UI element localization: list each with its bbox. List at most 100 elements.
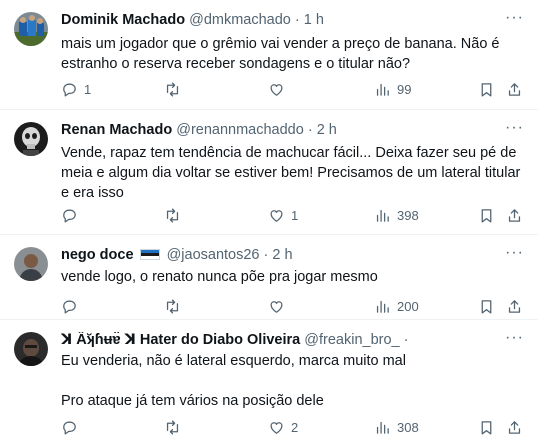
tweet-actions: 200 <box>61 296 526 316</box>
tweet-actions: 2 308 <box>61 417 526 437</box>
tweet-text: mais um jogador que o grêmio vai vender … <box>61 34 524 74</box>
views-chart-icon <box>376 421 389 434</box>
tweet[interactable]: Dominik Machado @dmkmachado · 1 h ··· ma… <box>0 0 538 110</box>
view-count: 99 <box>397 81 412 97</box>
reply-icon <box>63 83 76 97</box>
views-button[interactable]: 99 <box>374 79 411 99</box>
retweet-button[interactable] <box>164 417 187 437</box>
like-button[interactable]: 1 <box>268 205 298 225</box>
display-name[interactable]: Renan Machado <box>61 122 172 138</box>
view-count: 200 <box>397 298 419 314</box>
tweet[interactable]: nego doce @jaosantos26 · 2 h ··· vende l… <box>0 235 538 320</box>
more-options-icon[interactable]: ··· <box>505 9 524 27</box>
dark-photo-avatar[interactable] <box>14 332 48 366</box>
tweet-header: Renan Machado @renannmachaddo · 2 h <box>61 122 530 142</box>
share-icon <box>508 82 521 96</box>
reply-icon <box>63 209 76 223</box>
tweet-text: Eu venderia, não é lateral esquerdo, mar… <box>61 351 524 411</box>
skull-avatar[interactable] <box>14 122 48 156</box>
tweet[interactable]: ꓘ A̋ʞ̆ɦʉɐ̈ ꓘ Hater do Diabo Oliveira @fr… <box>0 320 538 443</box>
display-name[interactable]: Dominik Machado <box>61 12 185 28</box>
timestamp[interactable]: 2 h <box>272 247 292 263</box>
display-name[interactable]: ꓘ A̋ʞ̆ɦʉɐ̈ ꓘ Hater do Diabo Oliveira <box>61 332 300 348</box>
tweet[interactable]: Renan Machado @renannmachaddo · 2 h ··· … <box>0 110 538 235</box>
reply-icon <box>63 300 76 314</box>
reply-icon <box>63 421 76 435</box>
heart-icon <box>270 83 283 96</box>
bookmark-icon <box>481 208 492 223</box>
photo-avatar[interactable] <box>14 247 48 281</box>
tweet-paragraph: Eu venderia, não é lateral esquerdo, mar… <box>61 353 406 369</box>
retweet-icon <box>166 207 179 223</box>
views-button[interactable]: 308 <box>374 417 419 437</box>
reply-button[interactable] <box>61 417 84 437</box>
like-count: 2 <box>291 419 299 435</box>
heart-icon <box>270 209 283 222</box>
bookmark-button[interactable] <box>478 417 495 437</box>
share-button[interactable] <box>506 79 523 99</box>
views-button[interactable]: 200 <box>374 296 419 316</box>
tweet-text: vende logo, o renato nunca põe pra jogar… <box>61 267 524 287</box>
tweet-header: ꓘ A̋ʞ̆ɦʉɐ̈ ꓘ Hater do Diabo Oliveira @fr… <box>61 332 530 352</box>
separator-dot: · <box>403 332 409 348</box>
bookmark-icon <box>481 420 492 435</box>
share-icon <box>508 208 521 222</box>
reply-count: 1 <box>84 81 92 97</box>
share-button[interactable] <box>506 417 523 437</box>
tweet-header: Dominik Machado @dmkmachado · 1 h <box>61 12 530 32</box>
share-icon <box>508 299 521 313</box>
like-button[interactable] <box>268 296 291 316</box>
tweet-actions: 1 398 <box>61 205 526 225</box>
share-button[interactable] <box>506 205 523 225</box>
bookmark-icon <box>481 299 492 314</box>
like-button[interactable] <box>268 79 291 99</box>
timestamp[interactable]: 1 h <box>304 12 324 28</box>
view-count: 308 <box>397 419 419 435</box>
views-chart-icon <box>376 300 389 313</box>
retweet-icon <box>166 81 179 97</box>
bookmark-button[interactable] <box>478 296 495 316</box>
view-count: 398 <box>397 207 419 223</box>
tweet-paragraph: Vende, rapaz tem tendência de machucar f… <box>61 145 521 201</box>
retweet-button[interactable] <box>164 296 187 316</box>
like-count: 1 <box>291 207 299 223</box>
timestamp[interactable]: 2 h <box>317 122 337 138</box>
separator-dot: · <box>263 247 269 263</box>
reply-button[interactable]: 1 <box>61 79 91 99</box>
views-chart-icon <box>376 83 389 96</box>
reply-button[interactable] <box>61 205 84 225</box>
heart-icon <box>270 300 283 313</box>
bookmark-button[interactable] <box>478 79 495 99</box>
more-options-icon[interactable]: ··· <box>505 119 524 137</box>
tweet-paragraph: vende logo, o renato nunca põe pra jogar… <box>61 269 378 285</box>
estonia-flag-icon <box>139 249 160 260</box>
like-button[interactable]: 2 <box>268 417 298 437</box>
tweet-paragraph: mais um jogador que o grêmio vai vender … <box>61 36 500 72</box>
bookmark-icon <box>481 82 492 97</box>
user-handle[interactable]: @renannmachaddo <box>176 122 304 138</box>
team-jersey-avatar[interactable] <box>14 12 48 46</box>
tweet-paragraph: Pro ataque já tem vários na posição dele <box>61 393 324 409</box>
views-chart-icon <box>376 209 389 222</box>
display-name[interactable]: nego doce <box>61 247 134 263</box>
tweet-actions: 1 99 <box>61 79 526 99</box>
share-button[interactable] <box>506 296 523 316</box>
more-options-icon[interactable]: ··· <box>505 329 524 347</box>
views-button[interactable]: 398 <box>374 205 419 225</box>
user-handle[interactable]: @freakin_bro_ <box>304 332 399 348</box>
tweet-text: Vende, rapaz tem tendência de machucar f… <box>61 143 524 203</box>
tweet-header: nego doce @jaosantos26 · 2 h <box>61 247 530 267</box>
more-options-icon[interactable]: ··· <box>505 244 524 262</box>
retweet-button[interactable] <box>164 79 187 99</box>
user-handle[interactable]: @dmkmachado <box>189 12 291 28</box>
separator-dot: · <box>294 12 300 28</box>
heart-icon <box>270 421 283 434</box>
retweet-button[interactable] <box>164 205 187 225</box>
bookmark-button[interactable] <box>478 205 495 225</box>
retweet-icon <box>166 419 179 435</box>
separator-dot: · <box>307 122 313 138</box>
share-icon <box>508 420 521 434</box>
reply-button[interactable] <box>61 296 84 316</box>
retweet-icon <box>166 298 179 314</box>
user-handle[interactable]: @jaosantos26 <box>167 247 260 263</box>
